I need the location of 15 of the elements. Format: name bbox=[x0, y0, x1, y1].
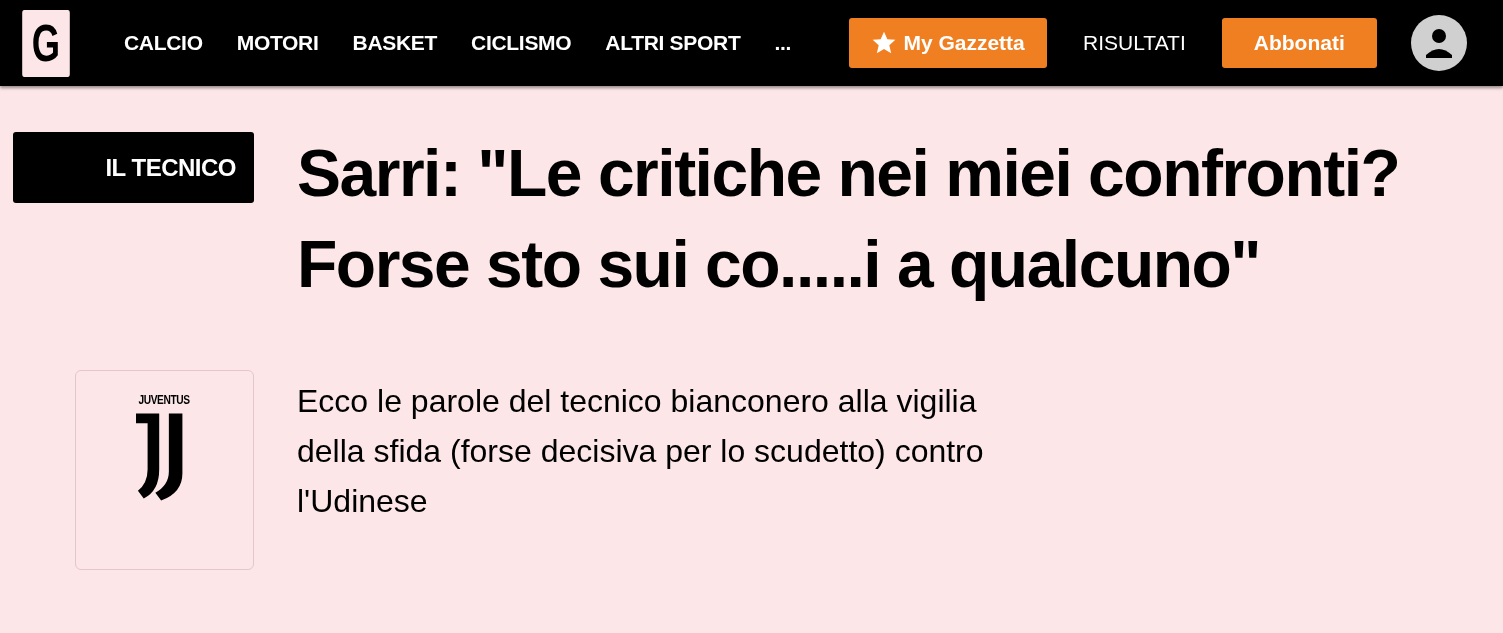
article-headline: Sarri: "Le critiche nei miei confronti? Forse sto sui co.....i a qualcuno" bbox=[297, 135, 1401, 303]
nav-link[interactable]: CALCIO bbox=[124, 31, 203, 55]
user-account-icon[interactable] bbox=[1410, 15, 1467, 71]
nav-link[interactable]: ... bbox=[774, 31, 792, 55]
site-logo[interactable]: G bbox=[22, 9, 70, 77]
team-card[interactable]: JUVENTUS bbox=[75, 370, 254, 570]
results-link[interactable]: RISULTATI bbox=[1083, 31, 1186, 55]
nav-link[interactable]: MOTORI bbox=[236, 31, 319, 55]
team-logo-wordmark: JUVENTUS bbox=[139, 393, 190, 407]
nav-link[interactable]: ALTRI SPORT bbox=[605, 31, 741, 55]
nav-link[interactable]: BASKET bbox=[352, 31, 438, 55]
category-label: IL TECNICO bbox=[13, 132, 254, 203]
article-summary: Ecco le parole del tecnico bianconero alla vigilia della sfida (forse decisiva per lo scudetto) contro l'Udinese bbox=[297, 382, 985, 521]
star-icon bbox=[871, 30, 898, 56]
nav-link[interactable]: CICLISMO bbox=[471, 31, 572, 55]
